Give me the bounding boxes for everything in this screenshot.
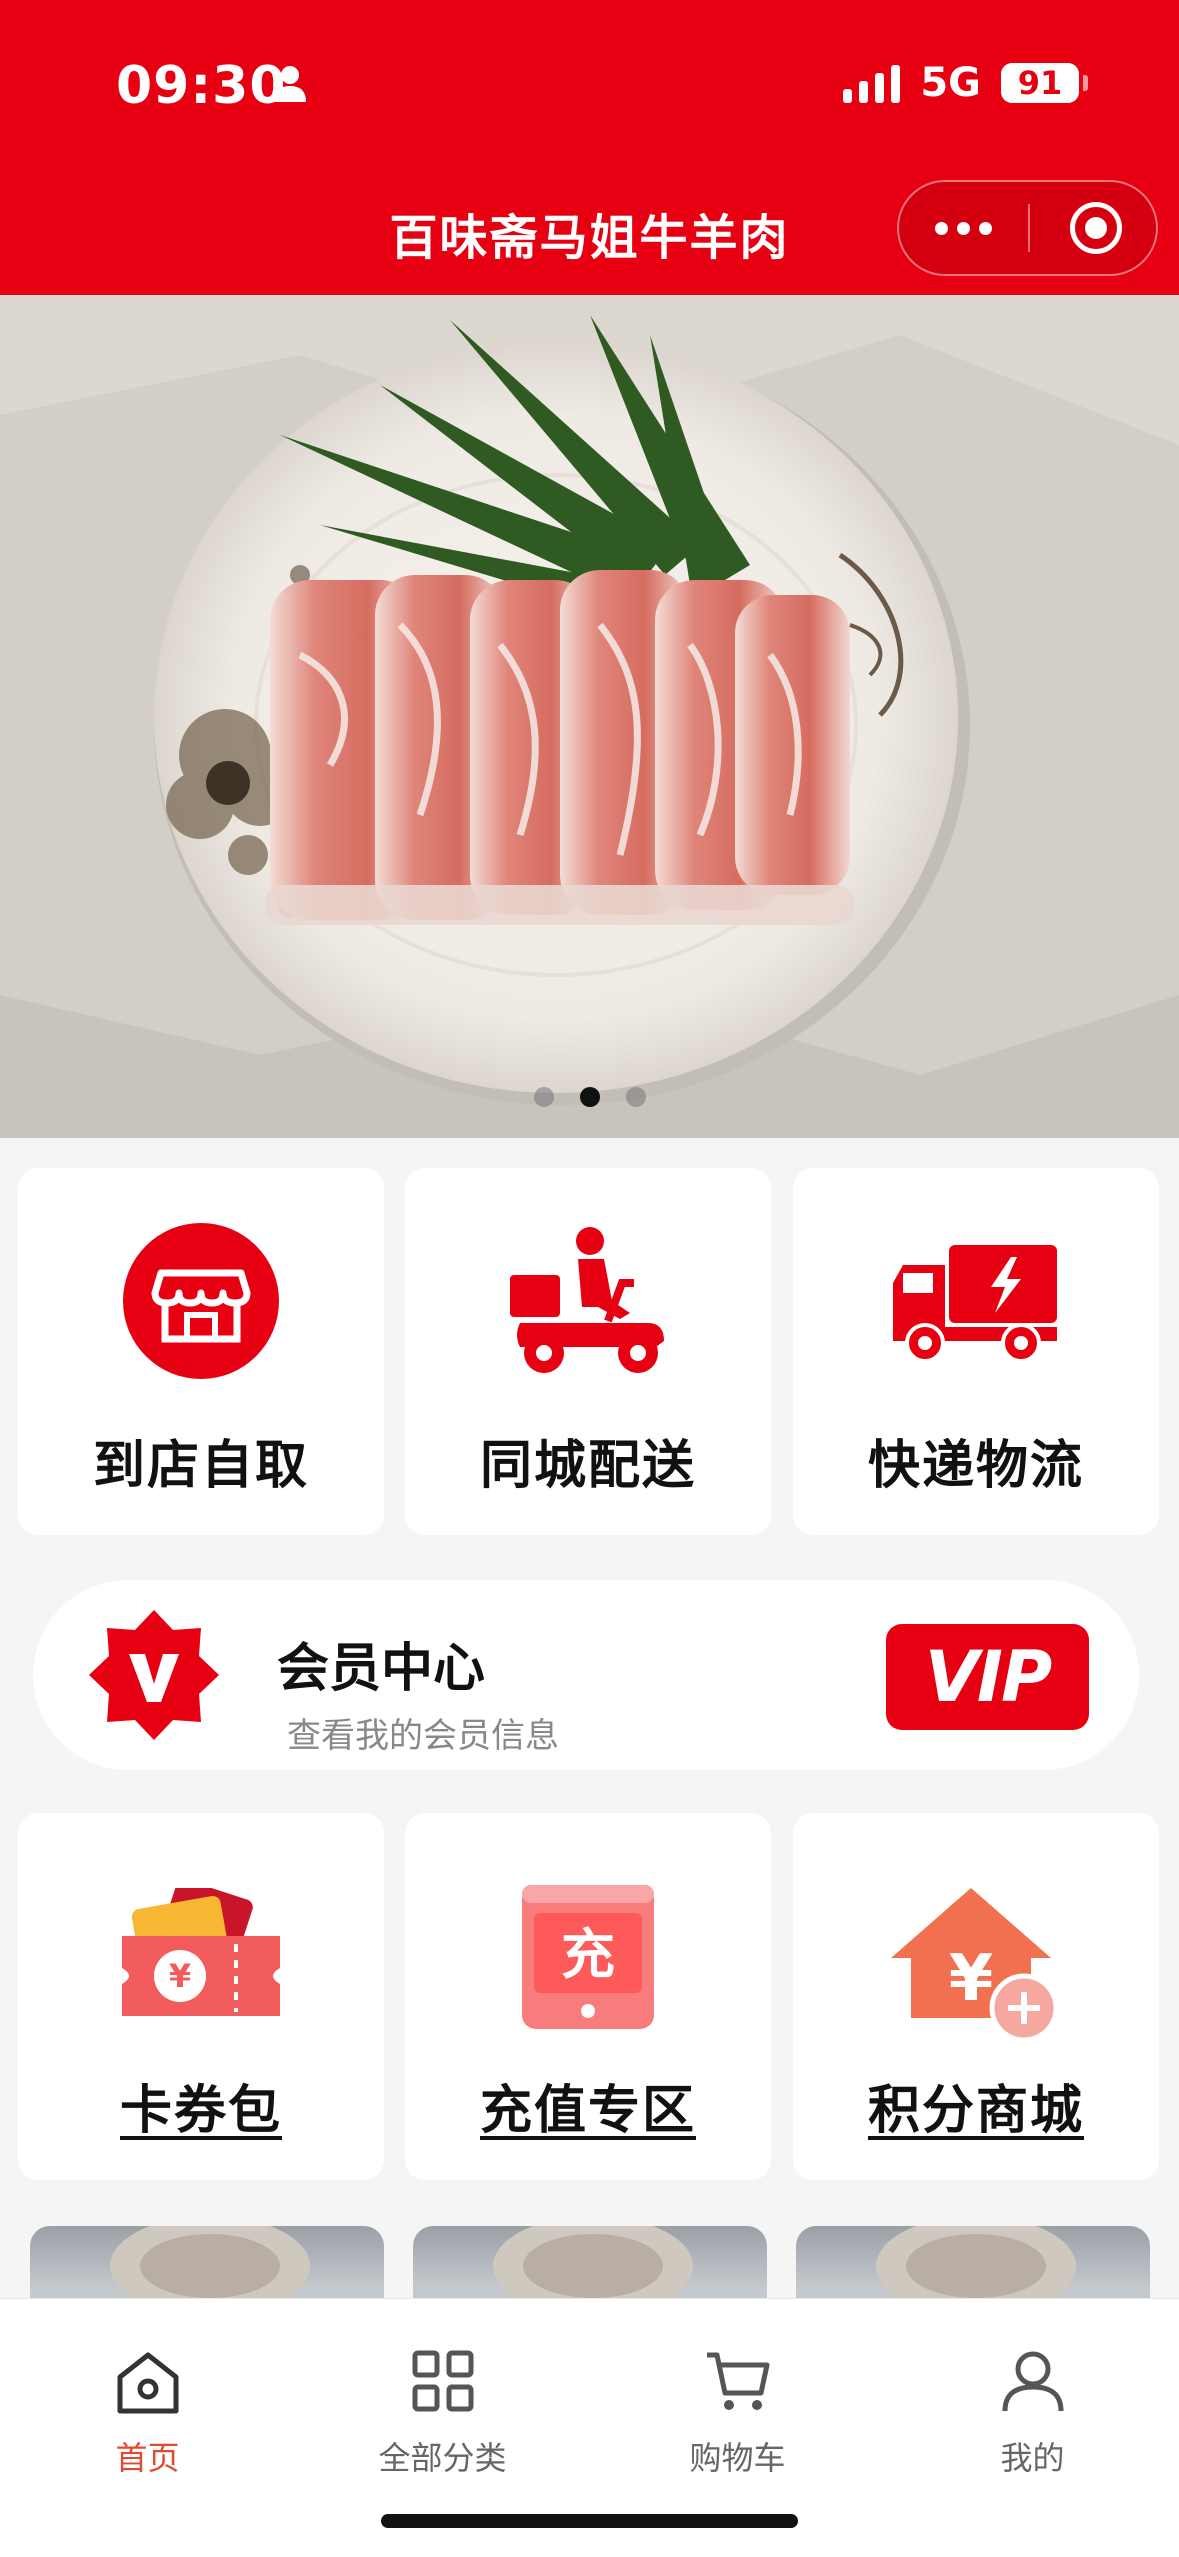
user-icon <box>1001 2349 1065 2417</box>
tab-profile[interactable]: 我的 <box>885 2299 1179 2499</box>
svg-text:¥: ¥ <box>169 1957 191 1995</box>
cart-icon <box>705 2349 771 2417</box>
member-center-subtitle: 查看我的会员信息 <box>287 1716 559 1756</box>
points-mall-card[interactable]: ¥ 积分商城 <box>793 1813 1159 2180</box>
scooter-delivery-icon <box>508 1223 668 1387</box>
recharge-card[interactable]: 充 充值专区 <box>405 1813 771 2180</box>
signal-icon <box>843 63 901 103</box>
header-bar: 09:30 5G 91 百味斋马姐牛羊肉 <box>0 0 1179 295</box>
battery-icon: 91 <box>1001 63 1088 103</box>
tool-label: 积分商城 <box>867 2081 1084 2141</box>
grid-icon <box>411 2349 475 2417</box>
points-mall-icon: ¥ <box>891 1888 1061 2048</box>
pickup-card[interactable]: 到店自取 <box>18 1168 384 1535</box>
person-icon <box>272 64 308 108</box>
store-icon <box>123 1223 279 1383</box>
service-label: 到店自取 <box>92 1436 309 1496</box>
member-badge-icon <box>89 1610 219 1744</box>
tab-cart[interactable]: 购物车 <box>590 2299 885 2499</box>
express-shipping-card[interactable]: 快递物流 <box>793 1168 1159 1535</box>
miniapp-capsule <box>897 180 1158 276</box>
coupon-wallet-icon: ¥ <box>116 1879 286 2042</box>
member-center-card[interactable]: 会员中心 查看我的会员信息 VIP <box>33 1580 1139 1770</box>
home-indicator[interactable] <box>381 2514 798 2528</box>
vip-badge[interactable]: VIP <box>886 1624 1089 1730</box>
tool-label: 卡券包 <box>119 2081 282 2141</box>
carousel-dot[interactable] <box>625 1087 646 1107</box>
battery-level: 91 <box>1017 64 1063 102</box>
more-options-icon[interactable] <box>899 182 1028 274</box>
svg-text:¥: ¥ <box>949 1942 994 2016</box>
member-center-title: 会员中心 <box>277 1639 486 1699</box>
tab-label: 我的 <box>1000 2439 1065 2477</box>
coupon-wallet-card[interactable]: ¥ 卡券包 <box>18 1813 384 2180</box>
carousel-dot-active[interactable] <box>579 1087 600 1107</box>
carousel-dot[interactable] <box>533 1087 554 1107</box>
tab-label: 购物车 <box>689 2439 786 2477</box>
close-miniapp-icon[interactable] <box>1070 202 1122 254</box>
service-label: 快递物流 <box>867 1436 1084 1496</box>
tab-home[interactable]: 首页 <box>0 2299 295 2499</box>
tool-label: 充值专区 <box>479 2081 696 2141</box>
network-type: 5G <box>920 60 981 106</box>
tab-label: 全部分类 <box>378 2439 507 2477</box>
truck-icon <box>893 1243 1059 1367</box>
home-icon <box>114 2349 182 2421</box>
local-delivery-card[interactable]: 同城配送 <box>405 1168 771 1535</box>
banner-carousel[interactable] <box>0 295 1179 1138</box>
service-label: 同城配送 <box>479 1436 696 1496</box>
tab-label: 首页 <box>115 2439 180 2477</box>
status-time: 09:30 <box>116 56 287 116</box>
banner-image <box>0 295 1179 1138</box>
svg-text:充: 充 <box>561 1923 615 1986</box>
recharge-icon: 充 <box>520 1883 656 2037</box>
status-indicators: 5G 91 <box>843 60 1088 106</box>
carousel-indicator <box>0 1087 1179 1107</box>
tab-categories[interactable]: 全部分类 <box>295 2299 590 2499</box>
